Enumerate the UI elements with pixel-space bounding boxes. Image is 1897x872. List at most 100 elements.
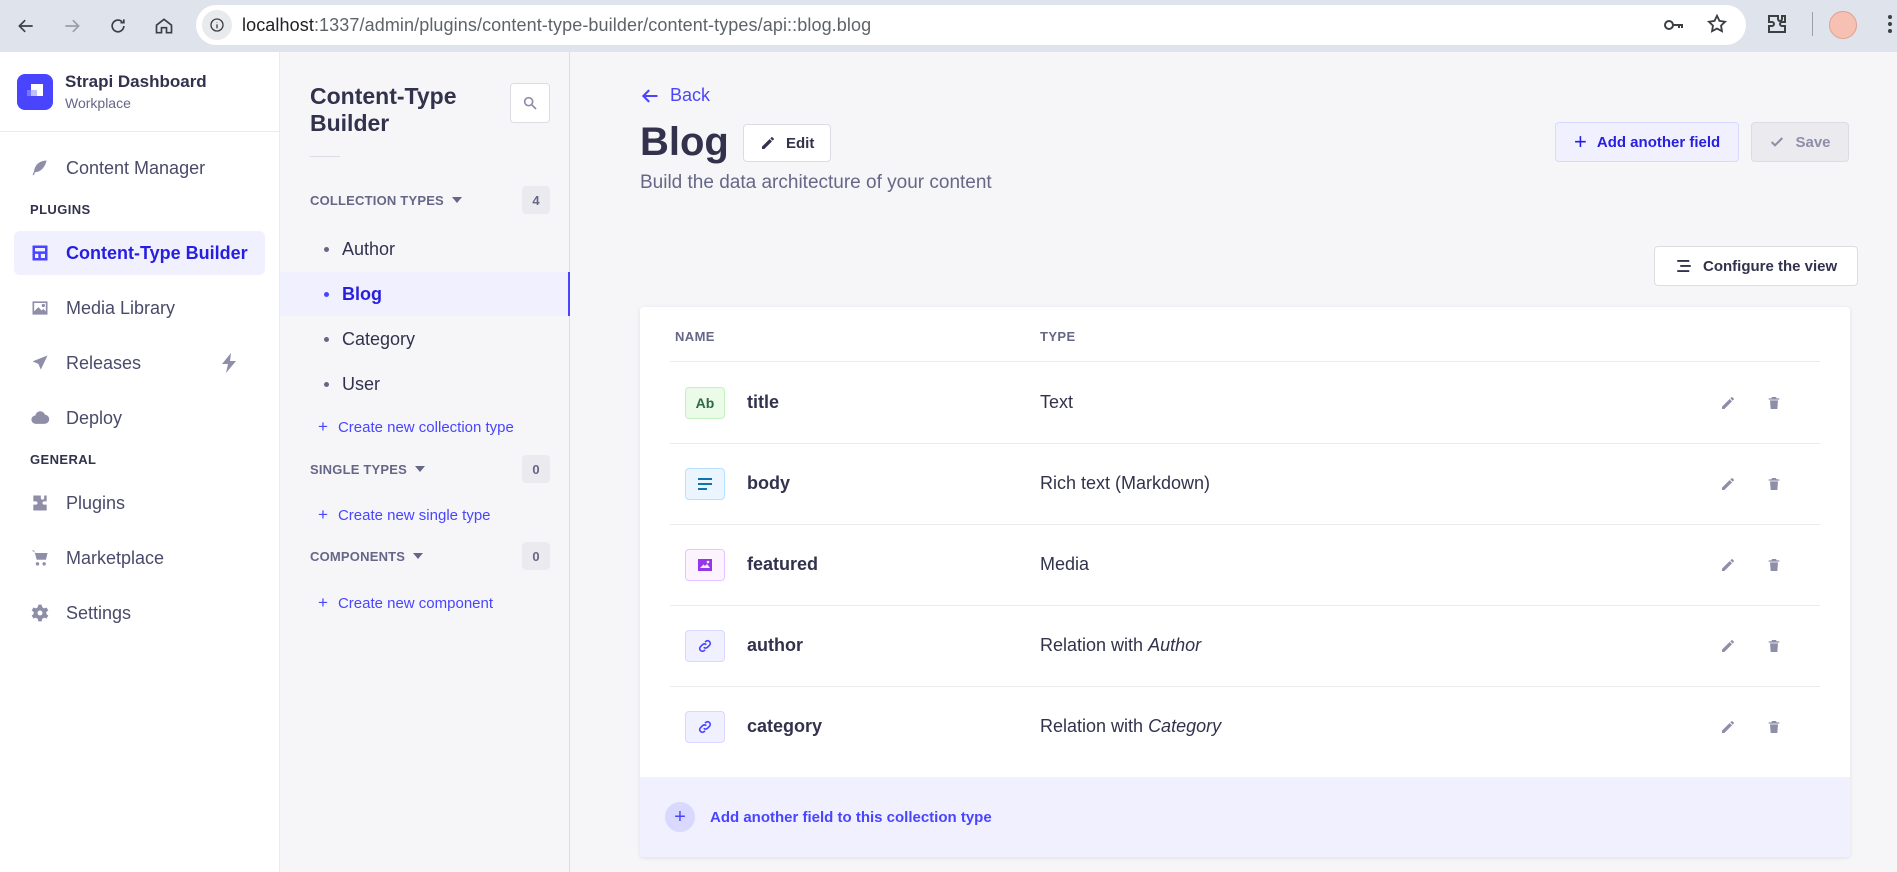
sidebar-item-marketplace[interactable]: Marketplace (14, 536, 265, 580)
delete-field-button[interactable] (1764, 555, 1784, 575)
table-header: NAME TYPE (670, 307, 1820, 362)
field-type: Relation with Author (1040, 635, 1202, 655)
bullet-icon (324, 381, 329, 387)
pencil-icon (1722, 640, 1734, 652)
check-icon (1771, 137, 1784, 147)
main-sidebar: Strapi Dashboard Workplace Content Manag… (0, 52, 280, 872)
table-row: Ab title Text (670, 363, 1820, 444)
edit-label: Edit (786, 134, 815, 152)
sidebar-item-label: Settings (66, 602, 132, 623)
sidebar-item-content-manager[interactable]: Content Manager (14, 146, 265, 190)
edit-field-button[interactable] (1718, 636, 1738, 656)
count-badge: 0 (522, 542, 550, 570)
create-component-link[interactable]: + Create new component (318, 593, 493, 613)
reload-icon[interactable] (98, 6, 138, 46)
field-type: Rich text (Markdown) (1040, 473, 1211, 493)
page-title: Blog (640, 120, 729, 164)
gear-icon (31, 604, 49, 622)
field-type: Relation with Category (1040, 716, 1222, 736)
back-arrow-icon[interactable] (6, 6, 46, 46)
trash-icon (1768, 478, 1780, 490)
field-type: Media (1040, 554, 1090, 574)
forward-arrow-icon[interactable] (52, 6, 92, 46)
table-row: author Relation with Author (670, 606, 1820, 687)
sidebar-item-releases[interactable]: Releases (14, 341, 265, 385)
delete-field-button[interactable] (1764, 474, 1784, 494)
sidebar-item-plugins[interactable]: Plugins (14, 481, 265, 525)
add-field-footer-button[interactable]: + Add another field to this collection t… (640, 777, 1850, 857)
url-text: localhost:1337/admin/plugins/content-typ… (242, 14, 872, 35)
site-info-icon[interactable] (202, 10, 232, 40)
cart-icon (31, 550, 48, 566)
pencil-icon (1722, 559, 1734, 571)
fields-table-card: NAME TYPE Ab title Text body Rich text (… (640, 307, 1850, 857)
sidebar-item-content-type-builder[interactable]: Content-Type Builder (14, 231, 265, 275)
configure-view-button[interactable]: Configure the view (1654, 246, 1859, 286)
link-label: Create new component (337, 594, 494, 612)
arrow-left-icon (641, 88, 658, 103)
rich-text-icon (685, 468, 725, 500)
cloud-icon (31, 411, 50, 424)
brand-header[interactable]: Strapi Dashboard Workplace (0, 52, 279, 132)
caret-down-icon (415, 466, 426, 472)
section-label: COMPONENTS (310, 548, 406, 564)
image-icon (32, 301, 48, 315)
subnav-item-label: Author (342, 238, 396, 259)
key-icon[interactable] (1662, 13, 1686, 42)
page-subtitle: Build the data architecture of your cont… (640, 172, 992, 193)
add-another-field-button[interactable]: + Add another field (1555, 122, 1740, 162)
more-menu-icon[interactable] (1887, 12, 1893, 41)
collection-types-heading[interactable]: COLLECTION TYPES 4 (310, 186, 550, 214)
home-icon[interactable] (144, 6, 184, 46)
save-button[interactable]: Save (1751, 122, 1849, 162)
feather-icon (32, 160, 47, 176)
sidebar-item-deploy[interactable]: Deploy (14, 396, 265, 440)
relation-icon (685, 630, 725, 662)
button-label: Add another field (1596, 133, 1721, 151)
media-icon (685, 549, 725, 581)
link-label: Create new collection type (337, 418, 514, 436)
subnav-item-author[interactable]: Author (280, 227, 570, 271)
column-header-type: TYPE (1040, 329, 1076, 344)
search-icon (523, 96, 537, 110)
pencil-icon (1722, 397, 1734, 409)
relation-icon (685, 711, 725, 743)
bullet-icon (324, 336, 329, 342)
button-label: Configure the view (1703, 257, 1838, 275)
star-icon[interactable] (1706, 13, 1728, 42)
address-bar[interactable]: localhost:1337/admin/plugins/content-typ… (196, 5, 1746, 45)
search-button[interactable] (510, 83, 550, 123)
content-type-builder-subnav: Content-Type Builder COLLECTION TYPES 4 … (280, 52, 570, 872)
brand-title: Strapi Dashboard (65, 72, 207, 91)
single-types-heading[interactable]: SINGLE TYPES 0 (310, 455, 550, 483)
profile-avatar[interactable] (1829, 11, 1857, 39)
subnav-item-label: Category (342, 328, 416, 349)
list-settings-icon (1677, 260, 1691, 272)
sidebar-item-settings[interactable]: Settings (14, 591, 265, 635)
section-label: SINGLE TYPES (310, 461, 408, 477)
create-single-type-link[interactable]: + Create new single type (318, 505, 491, 525)
edit-field-button[interactable] (1718, 393, 1738, 413)
subnav-item-category[interactable]: Category (280, 317, 570, 361)
edit-field-button[interactable] (1718, 717, 1738, 737)
edit-button[interactable]: Edit (743, 124, 832, 162)
create-collection-type-link[interactable]: + Create new collection type (318, 417, 514, 437)
delete-field-button[interactable] (1764, 393, 1784, 413)
components-heading[interactable]: COMPONENTS 0 (310, 542, 550, 570)
back-link[interactable]: Back (640, 85, 710, 106)
extensions-icon[interactable] (1765, 12, 1789, 41)
edit-field-button[interactable] (1718, 555, 1738, 575)
delete-field-button[interactable] (1764, 636, 1784, 656)
plus-circle-icon: + (665, 802, 695, 832)
sidebar-item-label: Marketplace (66, 547, 165, 568)
delete-field-button[interactable] (1764, 717, 1784, 737)
edit-field-button[interactable] (1718, 474, 1738, 494)
sidebar-item-label: Releases (66, 352, 142, 373)
sidebar-item-label: Content-Type Builder (66, 242, 248, 263)
column-header-name: NAME (675, 329, 715, 344)
subnav-item-blog[interactable]: Blog (280, 272, 570, 316)
section-label: COLLECTION TYPES (310, 192, 444, 208)
subnav-item-user[interactable]: User (280, 362, 570, 406)
plus-icon: + (1574, 129, 1587, 154)
sidebar-item-media-library[interactable]: Media Library (14, 286, 265, 330)
